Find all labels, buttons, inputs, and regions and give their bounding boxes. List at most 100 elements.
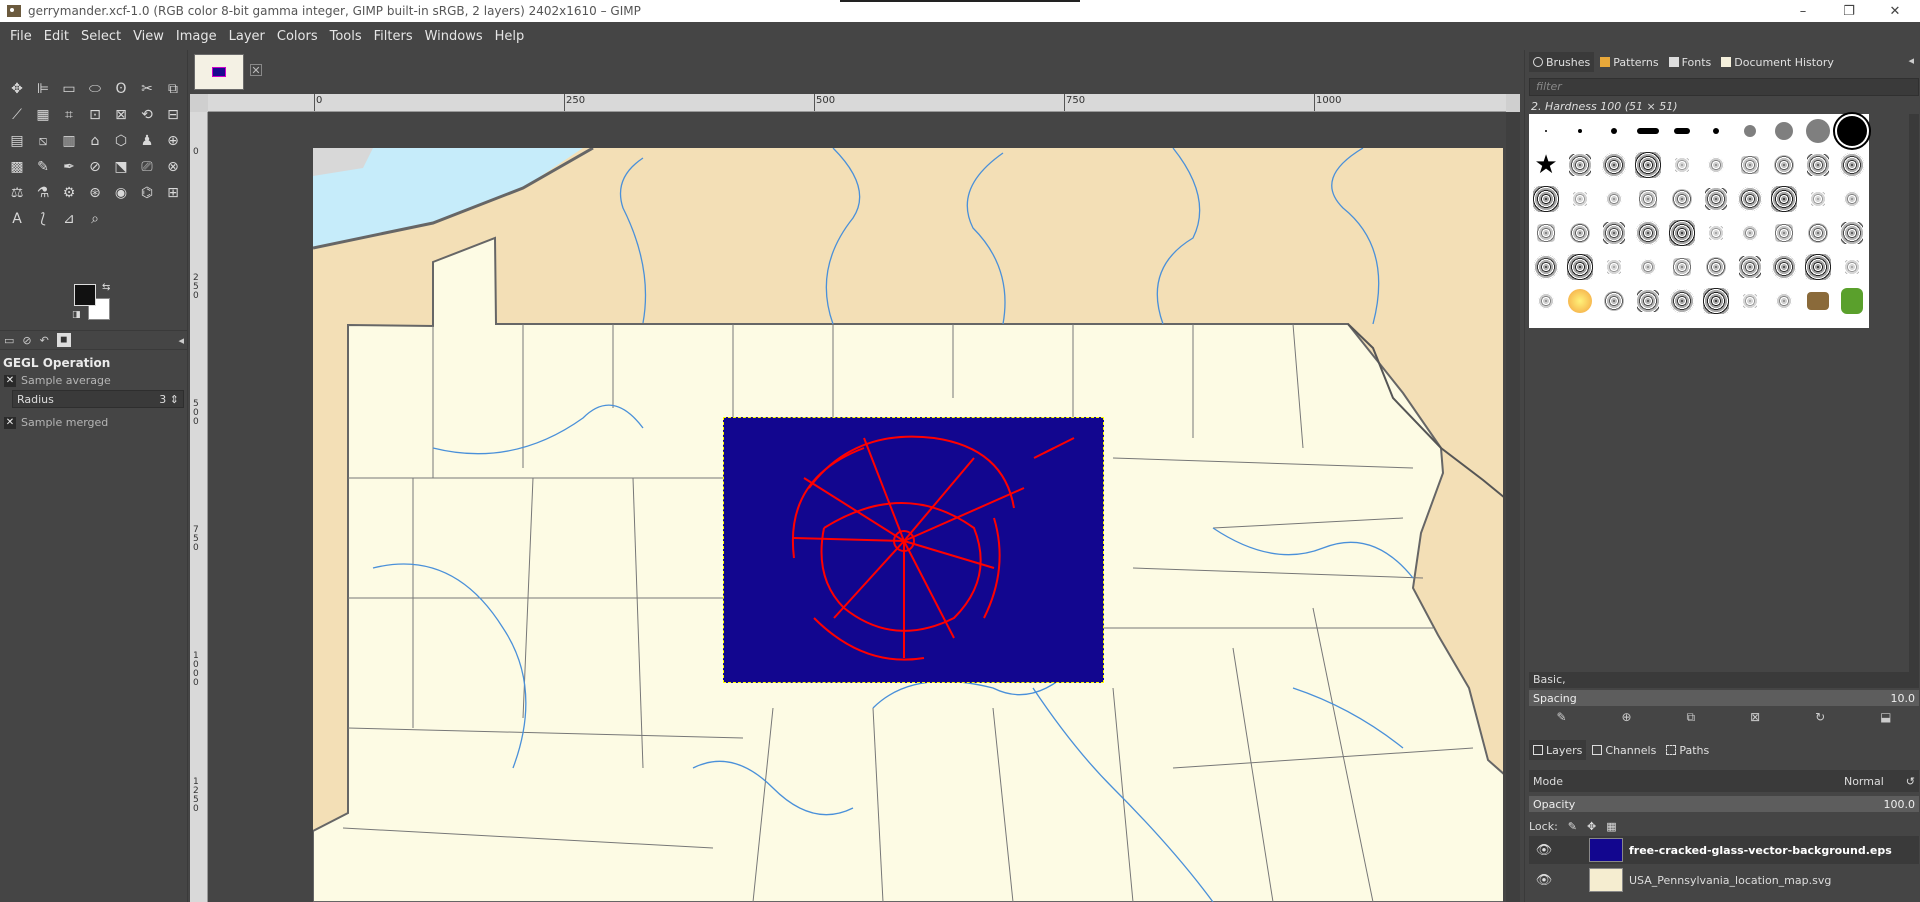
menu-help[interactable]: Help: [489, 29, 531, 44]
undo-history-tab-icon[interactable]: ↶: [40, 334, 49, 347]
brush-preset-select[interactable]: Basic,: [1529, 672, 1919, 688]
swap-colors-icon[interactable]: ⇆: [102, 282, 110, 293]
tool-icon[interactable]: ⊘: [82, 154, 108, 180]
tool-icon[interactable]: ✒: [56, 154, 82, 180]
brush-swatch[interactable]: [1767, 148, 1801, 182]
visibility-eye-icon[interactable]: 👁: [1529, 843, 1559, 858]
menu-view[interactable]: View: [127, 29, 170, 44]
tool-icon[interactable]: ✂: [134, 76, 160, 102]
tab-paths[interactable]: Paths: [1662, 740, 1713, 760]
tab-fonts[interactable]: Fonts: [1665, 52, 1716, 72]
brush-swatch[interactable]: [1767, 182, 1801, 216]
brush-swatch[interactable]: [1665, 250, 1699, 284]
tool-icon[interactable]: ⊞: [160, 180, 186, 206]
tool-icon[interactable]: ⟋: [4, 102, 30, 128]
brush-swatch[interactable]: [1801, 182, 1835, 216]
cracked-glass-layer[interactable]: [723, 417, 1104, 683]
restore-button[interactable]: ❐: [1826, 0, 1872, 22]
brush-swatch[interactable]: [1835, 284, 1869, 318]
mode-reset-icon[interactable]: ↺: [1906, 775, 1915, 788]
tool-icon[interactable]: ⚙: [56, 180, 82, 206]
vertical-ruler[interactable]: 0 250 500 750 1000 1250: [190, 112, 208, 902]
lock-position-icon[interactable]: ✥: [1587, 820, 1596, 833]
tool-icon[interactable]: ⌗: [56, 102, 82, 128]
brush-swatch[interactable]: [1835, 250, 1869, 284]
brush-swatch[interactable]: [1801, 250, 1835, 284]
tool-icon[interactable]: ⌂: [82, 128, 108, 154]
device-status-tab-icon[interactable]: ⊘: [22, 334, 31, 347]
sample-average-checkbox[interactable]: ✕: [4, 374, 16, 387]
tool-icon[interactable]: ⊿: [56, 206, 82, 232]
tab-layers[interactable]: Layers: [1529, 740, 1587, 760]
brush-swatch[interactable]: [1597, 216, 1631, 250]
tool-icon[interactable]: ⟅: [30, 206, 56, 232]
brush-swatch[interactable]: [1733, 114, 1767, 148]
menu-select[interactable]: Select: [75, 29, 127, 44]
tool-icon[interactable]: ✎: [30, 154, 56, 180]
brush-swatch[interactable]: [1767, 114, 1801, 148]
tool-icon[interactable]: ⊕: [160, 128, 186, 154]
tool-icon[interactable]: ⚗: [30, 180, 56, 206]
brush-swatch[interactable]: [1665, 216, 1699, 250]
lock-pixels-icon[interactable]: ✎: [1568, 820, 1577, 833]
tab-brushes[interactable]: Brushes: [1529, 52, 1595, 72]
tool-icon[interactable]: ⎚: [134, 154, 160, 180]
tool-options-tab-icon[interactable]: ▭: [4, 334, 14, 347]
tool-icon[interactable]: ⬔: [108, 154, 134, 180]
brush-swatch[interactable]: [1767, 250, 1801, 284]
brush-swatch[interactable]: [1801, 148, 1835, 182]
tool-icon[interactable]: ⊡: [82, 102, 108, 128]
tool-icon[interactable]: ▦: [30, 102, 56, 128]
brush-swatch[interactable]: [1767, 216, 1801, 250]
image-tab-close-icon[interactable]: ✕: [250, 64, 262, 77]
brush-swatch[interactable]: [1529, 284, 1563, 318]
menu-filters[interactable]: Filters: [368, 29, 419, 44]
menu-layer[interactable]: Layer: [223, 29, 271, 44]
brush-scrollbar[interactable]: [1909, 114, 1919, 674]
brush-swatch[interactable]: [1733, 182, 1767, 216]
brush-swatch[interactable]: [1699, 250, 1733, 284]
menu-edit[interactable]: Edit: [38, 29, 75, 44]
brush-swatch[interactable]: [1563, 284, 1597, 318]
brush-swatch[interactable]: [1631, 284, 1665, 318]
refresh-brushes-icon[interactable]: ↻: [1815, 710, 1825, 728]
brush-swatch[interactable]: [1699, 216, 1733, 250]
brush-swatch[interactable]: [1733, 250, 1767, 284]
brush-swatch[interactable]: ★: [1529, 148, 1563, 182]
brush-swatch[interactable]: [1631, 114, 1665, 148]
images-tab-icon[interactable]: ◼: [56, 333, 71, 347]
brush-swatch[interactable]: [1631, 216, 1665, 250]
brush-swatch[interactable]: [1833, 112, 1871, 150]
brush-swatch[interactable]: [1665, 284, 1699, 318]
brush-swatch[interactable]: [1665, 114, 1699, 148]
brush-swatch[interactable]: [1801, 216, 1835, 250]
brush-swatch[interactable]: [1733, 148, 1767, 182]
layer-row-pennsylvania-map[interactable]: 👁 USA_Pennsylvania_location_map.svg: [1529, 866, 1919, 894]
brush-swatch[interactable]: [1631, 148, 1665, 182]
edit-brush-icon[interactable]: ✎: [1556, 710, 1566, 728]
layer-name[interactable]: USA_Pennsylvania_location_map.svg: [1629, 874, 1831, 887]
tool-icon[interactable]: ▭: [56, 76, 82, 102]
lock-alpha-icon[interactable]: ▦: [1606, 820, 1616, 833]
tool-icon[interactable]: ▩: [4, 154, 30, 180]
brush-swatch[interactable]: [1597, 114, 1631, 148]
menu-file[interactable]: File: [4, 29, 38, 44]
layer-name[interactable]: free-cracked-glass-vector-background.eps: [1629, 844, 1892, 857]
new-brush-icon[interactable]: ⊕: [1622, 710, 1632, 728]
sample-merged-checkbox[interactable]: ✕: [4, 416, 16, 429]
brush-swatch[interactable]: [1835, 216, 1869, 250]
brush-swatch[interactable]: [1801, 114, 1835, 148]
brush-swatch[interactable]: [1597, 182, 1631, 216]
brush-swatch[interactable]: [1733, 284, 1767, 318]
brush-swatch[interactable]: [1665, 148, 1699, 182]
tool-icon[interactable]: ⊟: [160, 102, 186, 128]
reset-colors-icon[interactable]: ◨: [72, 310, 81, 320]
brush-swatch[interactable]: [1563, 114, 1597, 148]
configure-tab-icon[interactable]: ◂: [178, 334, 184, 347]
tool-icon[interactable]: ⊫: [30, 76, 56, 102]
brush-swatch[interactable]: [1699, 114, 1733, 148]
delete-brush-icon[interactable]: ⊠: [1750, 710, 1760, 728]
tool-icon[interactable]: ⌬: [134, 180, 160, 206]
brush-swatch[interactable]: [1767, 284, 1801, 318]
brush-swatch[interactable]: [1563, 182, 1597, 216]
